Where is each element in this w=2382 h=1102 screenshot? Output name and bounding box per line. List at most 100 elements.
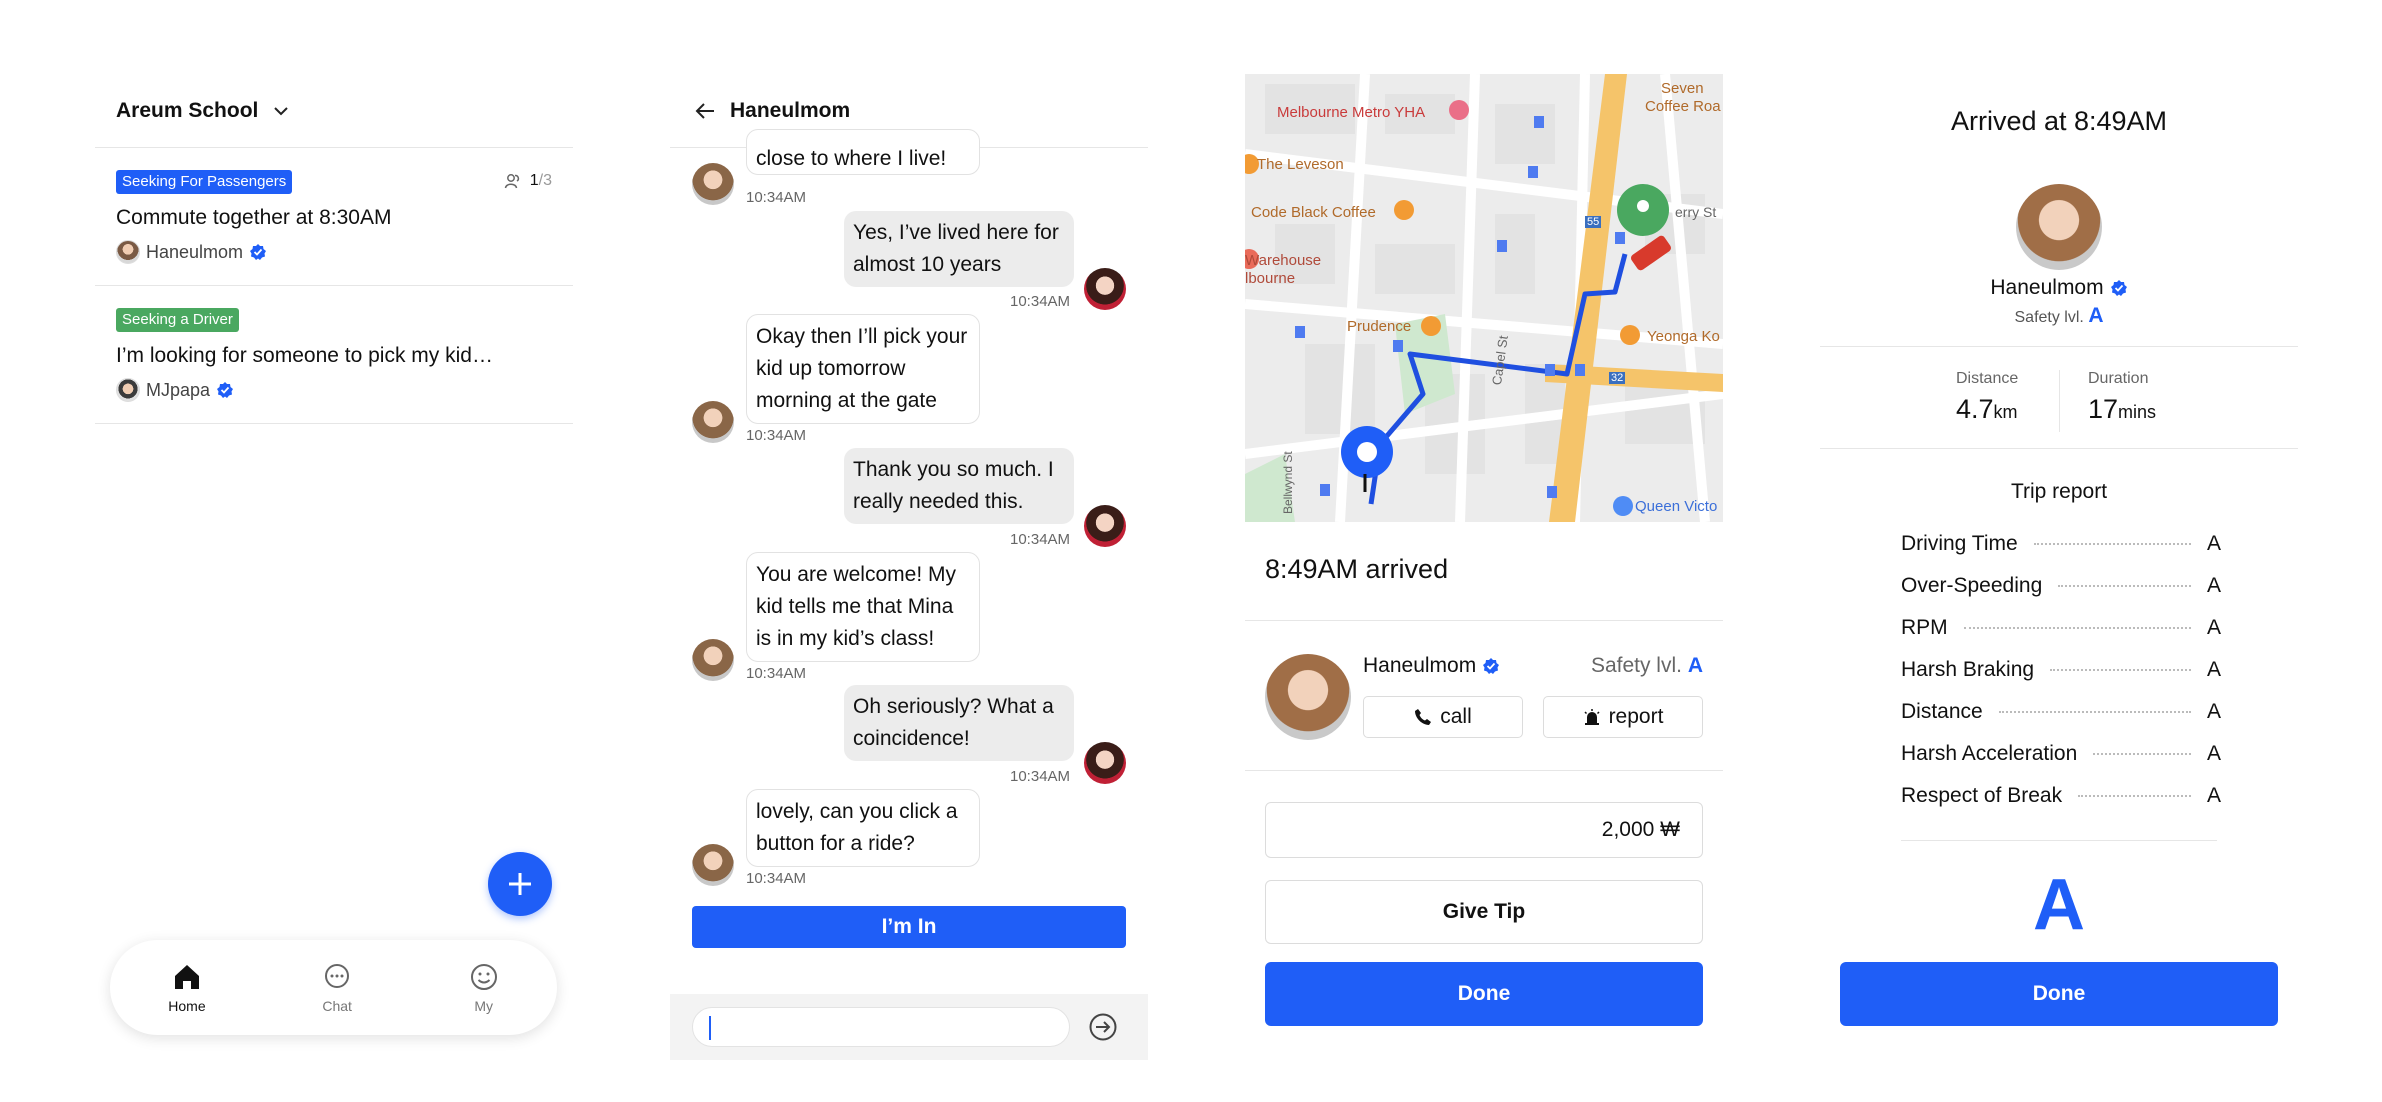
report-metric: Harsh Braking (1901, 658, 2035, 681)
author-name: Haneulmom (146, 241, 244, 262)
leader-dots (2033, 543, 2191, 545)
report-row: Respect of Break A (1901, 784, 2221, 808)
avatar (1084, 505, 1126, 547)
report-row: Harsh Braking A (1901, 658, 2221, 682)
message-input[interactable] (692, 1007, 1070, 1047)
message-bubble-sent: Yes, I’ve lived here for almost 10 years (844, 211, 1074, 287)
message-bubble-sent: Thank you so much. I really needed this. (844, 448, 1074, 524)
avatar (692, 639, 734, 681)
driver-name-row: Haneulmom (1820, 276, 2298, 300)
nav-my[interactable]: My (469, 962, 499, 1014)
report-metric: Distance (1901, 700, 1983, 723)
chat-title: Haneulmom (730, 98, 851, 122)
chevron-down-icon[interactable] (272, 102, 290, 120)
avatar (692, 163, 734, 205)
overall-grade: A (2033, 865, 2085, 945)
chat-icon (325, 963, 350, 988)
leader-dots (1963, 627, 2191, 629)
distance-unit: km (1993, 402, 2018, 422)
count-total: /3 (538, 172, 552, 189)
map-label: Bellwynd St (1281, 451, 1295, 514)
post-title: I’m looking for someone to pick my kid… (116, 344, 493, 367)
safety-level: Safety lvl. A (1820, 304, 2298, 328)
report-metric: Over-Speeding (1901, 574, 2043, 597)
report-metric: Harsh Acceleration (1901, 742, 2078, 765)
siren-icon (1584, 709, 1600, 725)
safety-grade: A (2088, 304, 2104, 327)
status-badge: Seeking a Driver (116, 308, 239, 332)
report-row: Over-Speeding A (1901, 574, 2221, 598)
avatar (1084, 268, 1126, 310)
done-button[interactable]: Done (1840, 962, 2278, 1026)
driver-name: Haneulmom (1990, 276, 2104, 299)
report-grade: A (2207, 700, 2222, 723)
report-row: Driving Time A (1901, 532, 2221, 556)
tip-amount-input[interactable]: 2,000 ₩ (1265, 802, 1703, 858)
map-label: Yeonga Ko (1647, 328, 1720, 345)
report-grade: A (2207, 658, 2222, 681)
verified-icon (2110, 280, 2127, 296)
route-shield: 32 (1609, 372, 1626, 384)
report-row: Harsh Acceleration A (1901, 742, 2221, 766)
leader-dots (2050, 669, 2191, 671)
safety-label: Safety lvl. (2014, 309, 2084, 326)
call-button[interactable]: call (1363, 696, 1523, 738)
duration-label: Duration (2088, 370, 2149, 387)
nav-home[interactable]: Home (168, 962, 206, 1014)
message-time: 10:34AM (1010, 531, 1071, 548)
post-card[interactable]: Seeking For Passengers 1/3 Commute toget… (95, 148, 573, 286)
bottom-nav: Home Chat My (110, 940, 557, 1035)
driver-name-row: Haneulmom (1363, 654, 1500, 678)
divider (1820, 346, 2298, 347)
avatar (692, 844, 734, 886)
status-badge: Seeking For Passengers (116, 170, 293, 194)
report-metric: Driving Time (1901, 532, 2018, 555)
send-icon[interactable] (1088, 1012, 1118, 1042)
divider (1820, 448, 2298, 449)
map-label: lbourne (1245, 270, 1296, 287)
chat-screen: Haneulmom close to where I live! 10:34AM… (670, 74, 1148, 1060)
message-time: 10:34AM (746, 189, 807, 206)
post-author: Haneulmom (116, 240, 552, 264)
safety-label: Safety lvl. (1590, 654, 1682, 677)
distance-stat: Distance 4.7km (1956, 370, 2018, 425)
map-label: Queen Victo (1635, 498, 1718, 515)
add-post-button[interactable] (488, 852, 552, 916)
report-grade: A (2207, 574, 2222, 597)
passengers-icon (504, 174, 519, 189)
map-label: The Leveson (1257, 156, 1344, 173)
post-card[interactable]: Seeking a Driver I’m looking for someone… (95, 286, 573, 424)
page-title: Arrived at 8:49AM (1950, 106, 2168, 136)
im-in-button[interactable]: I’m In (692, 906, 1126, 948)
route-map[interactable]: Melbourne Metro YHA Seven Coffee Roa The… (1245, 74, 1723, 522)
message-time: 10:34AM (746, 427, 807, 444)
back-arrow-icon[interactable] (694, 99, 718, 123)
nav-chat[interactable]: Chat (322, 962, 352, 1014)
report-row: Distance A (1901, 700, 2221, 724)
done-button[interactable]: Done (1265, 962, 1703, 1026)
trip-report-title: Trip report (2010, 480, 2108, 503)
message-list[interactable]: close to where I live! 10:34AM Yes, I’ve… (670, 129, 1148, 979)
smile-icon (470, 963, 497, 990)
message-time: 10:34AM (746, 665, 807, 682)
report-grade: A (2207, 532, 2222, 555)
avatar (692, 401, 734, 443)
nav-label: Chat (322, 997, 352, 1014)
home-icon (174, 964, 199, 989)
distance-value: 4.7 (1956, 394, 1994, 424)
give-tip-button[interactable]: Give Tip (1265, 880, 1703, 944)
school-title[interactable]: Areum School (116, 99, 258, 123)
avatar (1084, 742, 1126, 784)
count-current: 1 (529, 172, 539, 189)
phone-icon (1415, 709, 1432, 725)
duration-unit: mins (2118, 402, 2157, 422)
divider (1901, 840, 2217, 841)
home-header: Areum School (95, 74, 573, 148)
report-button[interactable]: report (1543, 696, 1703, 738)
message-time: 10:34AM (1010, 768, 1071, 785)
map-label: Warehouse (1245, 252, 1322, 269)
divider (1245, 620, 1723, 621)
message-bubble-sent: Oh seriously? What a coincidence! (844, 685, 1074, 761)
home-screen: Areum School Seeking For Passengers 1/3 … (95, 74, 573, 1060)
leader-dots (2093, 753, 2191, 755)
